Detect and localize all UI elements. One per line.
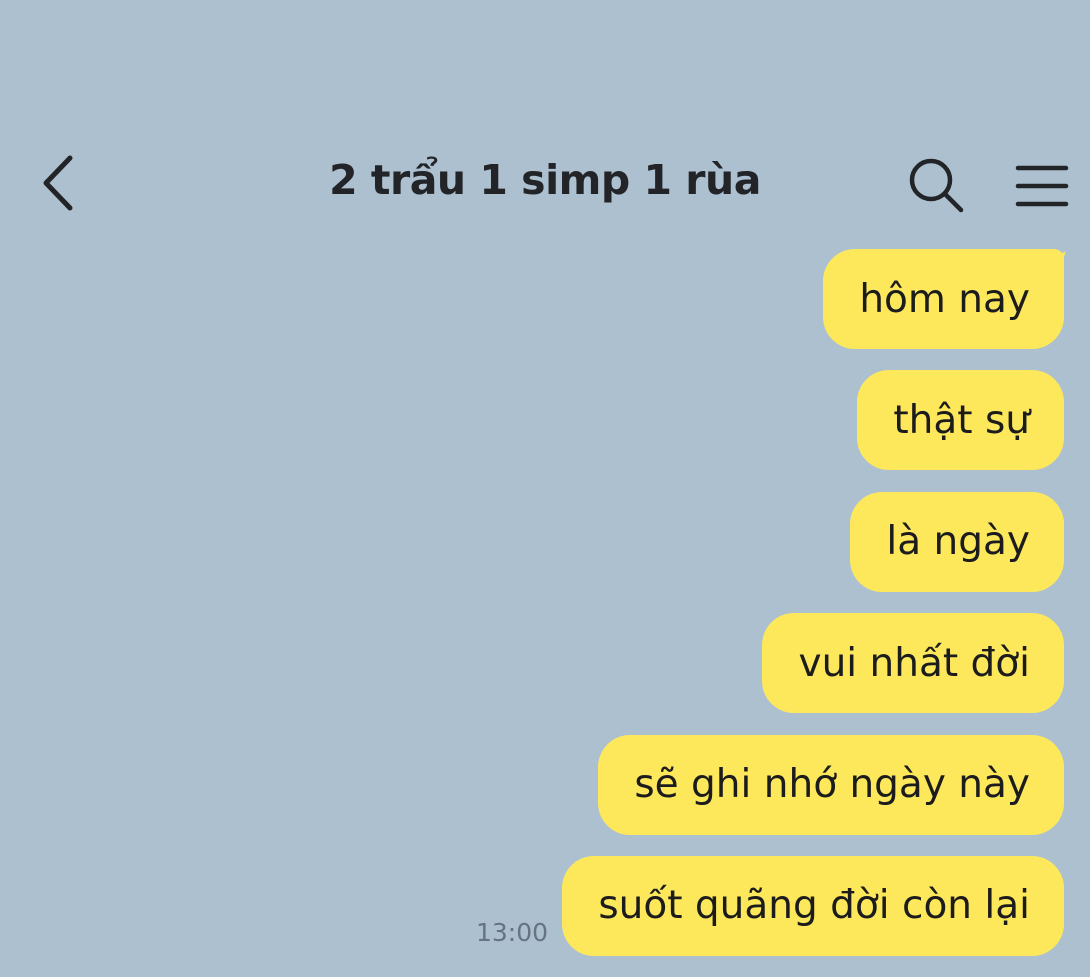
message-row: vui nhất đời bbox=[0, 613, 1090, 734]
message-bubble[interactable]: thật sự bbox=[857, 370, 1064, 471]
message-row: suốt quãng đời còn lại 13:00 bbox=[0, 855, 1090, 977]
message-bubble[interactable]: là ngày bbox=[850, 491, 1064, 592]
chat-header: 2 trẩu 1 simp 1 rùa bbox=[0, 130, 1090, 230]
menu-button[interactable] bbox=[1012, 158, 1074, 214]
message-row: là ngày bbox=[0, 491, 1090, 613]
search-icon bbox=[909, 158, 964, 213]
message-row: sẽ ghi nhớ ngày này bbox=[0, 734, 1090, 856]
message-row: thật sự bbox=[0, 370, 1090, 491]
message-bubble[interactable]: vui nhất đời bbox=[762, 613, 1064, 714]
message-timestamp: 13:00 bbox=[476, 917, 549, 947]
search-button[interactable] bbox=[905, 154, 967, 216]
message-bubble[interactable]: hôm nay bbox=[823, 249, 1064, 349]
menu-icon bbox=[1015, 165, 1069, 207]
message-bubble[interactable]: suốt quãng đời còn lại bbox=[562, 855, 1064, 956]
message-row: hôm nay bbox=[0, 249, 1090, 370]
message-list: hôm nay thật sự là ngày vui nhất đời sẽ … bbox=[0, 249, 1090, 977]
message-bubble[interactable]: sẽ ghi nhớ ngày này bbox=[598, 734, 1064, 835]
